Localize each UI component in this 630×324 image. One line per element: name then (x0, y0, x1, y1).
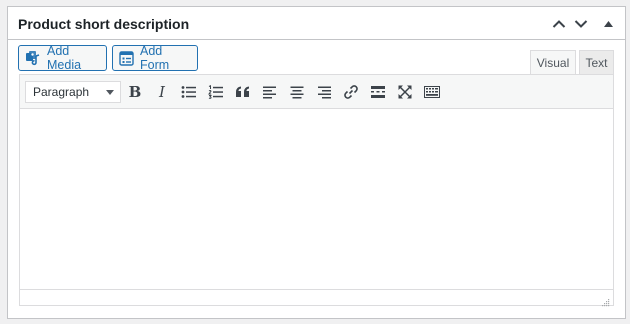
form-icon (119, 50, 134, 66)
align-center-icon (290, 86, 304, 99)
link-icon (343, 84, 359, 100)
align-left-button[interactable] (259, 81, 281, 103)
toggle-panel-button[interactable] (598, 14, 618, 34)
add-form-button[interactable]: Add Form (112, 44, 198, 72)
move-down-button[interactable] (571, 14, 591, 34)
fullscreen-button[interactable] (394, 81, 416, 103)
tab-text[interactable]: Text (579, 50, 614, 74)
rich-text-editor: Paragraph B I (19, 74, 614, 307)
numbered-list-icon (208, 85, 224, 99)
triangle-up-icon (603, 21, 613, 27)
editor-toolbar: Paragraph B I (20, 75, 613, 109)
media-icon (25, 50, 41, 66)
chevron-down-icon (574, 19, 588, 29)
numbered-list-button[interactable] (205, 81, 227, 103)
add-media-label: Add Media (47, 44, 82, 72)
editor-content-area[interactable] (20, 109, 613, 290)
bold-button[interactable]: B (124, 81, 146, 103)
move-up-button[interactable] (549, 14, 569, 34)
tab-visual[interactable]: Visual (530, 50, 576, 74)
editor-statusbar (20, 289, 613, 307)
keyboard-icon (424, 86, 440, 98)
italic-button[interactable]: I (151, 81, 173, 103)
read-more-button[interactable] (367, 81, 389, 103)
align-left-icon (263, 86, 277, 99)
blockquote-button[interactable] (232, 81, 254, 103)
add-media-button[interactable]: Add Media (18, 44, 107, 72)
panel-title: Product short description (18, 16, 190, 32)
add-form-label: Add Form (140, 44, 170, 72)
product-short-description-panel: Product short description Add Media Add … (7, 6, 626, 319)
format-select-value: Paragraph (33, 85, 90, 99)
chevron-up-icon (552, 19, 566, 29)
toolbar-toggle-button[interactable] (421, 81, 443, 103)
resize-handle-icon[interactable] (601, 294, 610, 307)
align-right-icon (317, 86, 331, 99)
panel-header: Product short description (8, 7, 625, 40)
bulleted-list-icon (181, 85, 197, 99)
format-select[interactable]: Paragraph (25, 81, 121, 103)
align-center-button[interactable] (286, 81, 308, 103)
bold-icon: B (128, 83, 142, 101)
bulleted-list-button[interactable] (178, 81, 200, 103)
insert-link-button[interactable] (340, 81, 362, 103)
align-right-button[interactable] (313, 81, 335, 103)
caret-down-icon (106, 90, 114, 95)
read-more-icon (371, 86, 385, 98)
fullscreen-icon (398, 85, 412, 99)
quote-icon (235, 86, 251, 98)
italic-icon: I (159, 83, 165, 101)
